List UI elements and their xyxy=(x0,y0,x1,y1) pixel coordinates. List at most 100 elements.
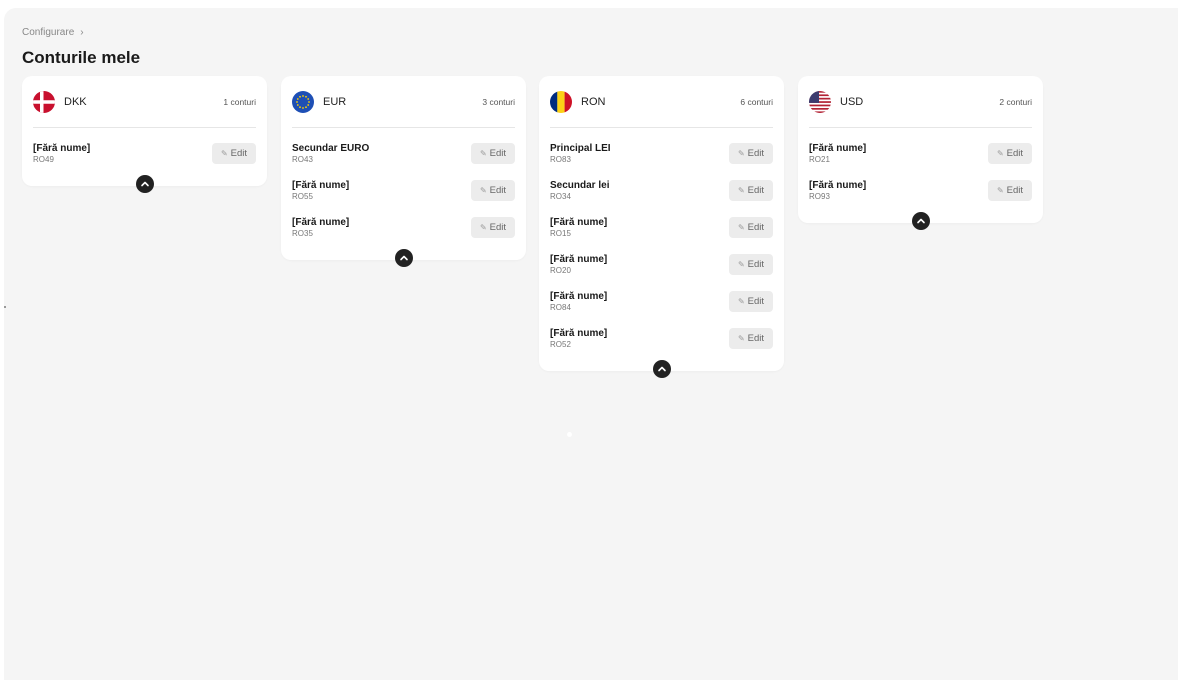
account-name: [Fără nume] xyxy=(550,290,608,302)
pencil-icon: ✎ xyxy=(737,186,745,195)
chevron-up-icon xyxy=(140,181,149,187)
card-header: USD 2 conturi xyxy=(798,76,1043,128)
edit-label: Edit xyxy=(1006,148,1024,159)
edit-button[interactable]: ✎ Edit xyxy=(988,180,1032,201)
romania-flag-icon xyxy=(550,91,572,113)
edit-button[interactable]: ✎ Edit xyxy=(988,143,1032,164)
edit-label: Edit xyxy=(747,296,765,307)
edit-label: Edit xyxy=(747,259,765,270)
account-name: [Fără nume] xyxy=(550,327,608,339)
currency-code: RON xyxy=(581,96,606,108)
pencil-icon: ✎ xyxy=(737,149,745,158)
edit-label: Edit xyxy=(230,148,248,159)
chevron-right-icon: › xyxy=(80,27,84,38)
chevron-up-icon xyxy=(657,366,666,372)
edit-button[interactable]: ✎ Edit xyxy=(471,143,515,164)
edit-label: Edit xyxy=(1006,185,1024,196)
edit-button[interactable]: ✎ Edit xyxy=(729,328,773,349)
account-name: [Fără nume] xyxy=(550,253,608,265)
account-name: Secundar lei xyxy=(550,179,610,191)
account-count: 3 conturi xyxy=(482,97,515,107)
pencil-icon: ✎ xyxy=(996,186,1004,195)
account-code: RO49 xyxy=(33,154,54,164)
loading-dot xyxy=(567,432,572,437)
collapse-button[interactable] xyxy=(911,212,930,230)
account-code: RO55 xyxy=(292,191,313,201)
chevron-up-icon xyxy=(399,255,408,261)
edit-label: Edit xyxy=(489,148,507,159)
account-row: [Fără nume] RO55 ✎ Edit xyxy=(292,172,515,209)
pencil-icon: ✎ xyxy=(220,149,228,158)
account-code: RO34 xyxy=(550,191,571,201)
edit-button[interactable]: ✎ Edit xyxy=(471,180,515,201)
currency-code: EUR xyxy=(323,96,347,108)
pencil-icon: ✎ xyxy=(737,334,745,343)
account-name: Secundar EURO xyxy=(292,142,370,154)
edit-label: Edit xyxy=(747,333,765,344)
account-row: [Fără nume] RO35 ✎ Edit xyxy=(292,209,515,246)
account-row: Secundar EURO RO43 ✎ Edit xyxy=(292,135,515,172)
collapse-button[interactable] xyxy=(652,360,671,378)
account-code: RO15 xyxy=(550,228,571,238)
currency-card-eur: EUR 3 conturi Secundar EURO RO43 ✎ Edit [… xyxy=(281,76,526,267)
account-name: [Fără nume] xyxy=(550,216,608,228)
account-code: RO93 xyxy=(809,191,830,201)
edit-button[interactable]: ✎ Edit xyxy=(729,143,773,164)
account-name: [Fără nume] xyxy=(292,179,350,191)
account-row: Secundar lei RO34 ✎ Edit xyxy=(550,172,773,209)
pencil-icon: ✎ xyxy=(479,223,487,232)
account-row: [Fără nume] RO15 ✎ Edit xyxy=(550,209,773,246)
account-name: [Fără nume] xyxy=(809,142,867,154)
edit-label: Edit xyxy=(747,222,765,233)
pencil-icon: ✎ xyxy=(479,186,487,195)
account-code: RO43 xyxy=(292,154,313,164)
account-name: [Fără nume] xyxy=(33,142,91,154)
account-row: Principal LEI RO83 ✎ Edit xyxy=(550,135,773,172)
card-header: RON 6 conturi xyxy=(539,76,784,128)
account-row: [Fără nume] RO84 ✎ Edit xyxy=(550,283,773,320)
account-code: RO83 xyxy=(550,154,571,164)
edit-label: Edit xyxy=(747,185,765,196)
account-count: 1 conturi xyxy=(223,97,256,107)
edit-label: Edit xyxy=(747,148,765,159)
pencil-icon: ✎ xyxy=(737,260,745,269)
usa-flag-icon xyxy=(809,91,831,113)
account-row: [Fără nume] RO93 ✎ Edit xyxy=(809,172,1032,209)
edit-button[interactable]: ✎ Edit xyxy=(212,143,256,164)
card-header: EUR 3 conturi xyxy=(281,76,526,128)
currency-card-dkk: DKK 1 conturi [Fără nume] RO49 ✎ Edit xyxy=(22,76,267,193)
account-row: [Fără nume] RO21 ✎ Edit xyxy=(809,135,1032,172)
chevron-up-icon xyxy=(916,218,925,224)
account-list: [Fără nume] RO21 ✎ Edit [Fără nume] RO93 … xyxy=(798,128,1043,223)
edit-button[interactable]: ✎ Edit xyxy=(471,217,515,238)
currency-card-ron: RON 6 conturi Principal LEI RO83 ✎ Edit S… xyxy=(539,76,784,378)
card-header: DKK 1 conturi xyxy=(22,76,267,128)
pencil-icon: ✎ xyxy=(737,297,745,306)
account-code: RO21 xyxy=(809,154,830,164)
page-title: Conturile mele xyxy=(22,48,141,67)
account-name: Principal LEI xyxy=(550,142,611,154)
account-list: Secundar EURO RO43 ✎ Edit [Fără nume] RO5… xyxy=(281,128,526,260)
account-code: RO52 xyxy=(550,339,571,349)
account-row: [Fără nume] RO52 ✎ Edit xyxy=(550,320,773,357)
account-name: [Fără nume] xyxy=(292,216,350,228)
denmark-flag-icon xyxy=(33,91,55,113)
currency-code: USD xyxy=(840,96,864,108)
pencil-icon: ✎ xyxy=(996,149,1004,158)
eu-flag-icon xyxy=(292,91,314,113)
account-row: [Fără nume] RO20 ✎ Edit xyxy=(550,246,773,283)
edit-button[interactable]: ✎ Edit xyxy=(729,180,773,201)
currency-code: DKK xyxy=(64,96,87,108)
edit-button[interactable]: ✎ Edit xyxy=(729,291,773,312)
account-code: RO20 xyxy=(550,265,571,275)
edit-label: Edit xyxy=(489,222,507,233)
edit-button[interactable]: ✎ Edit xyxy=(729,217,773,238)
divider-mark xyxy=(4,306,6,308)
collapse-button[interactable] xyxy=(135,175,154,193)
account-list: Principal LEI RO83 ✎ Edit Secundar lei RO… xyxy=(539,128,784,371)
edit-button[interactable]: ✎ Edit xyxy=(729,254,773,275)
account-count: 2 conturi xyxy=(999,97,1032,107)
collapse-button[interactable] xyxy=(394,249,413,267)
breadcrumb-item-configurare[interactable]: Configurare xyxy=(22,27,74,38)
pencil-icon: ✎ xyxy=(737,223,745,232)
